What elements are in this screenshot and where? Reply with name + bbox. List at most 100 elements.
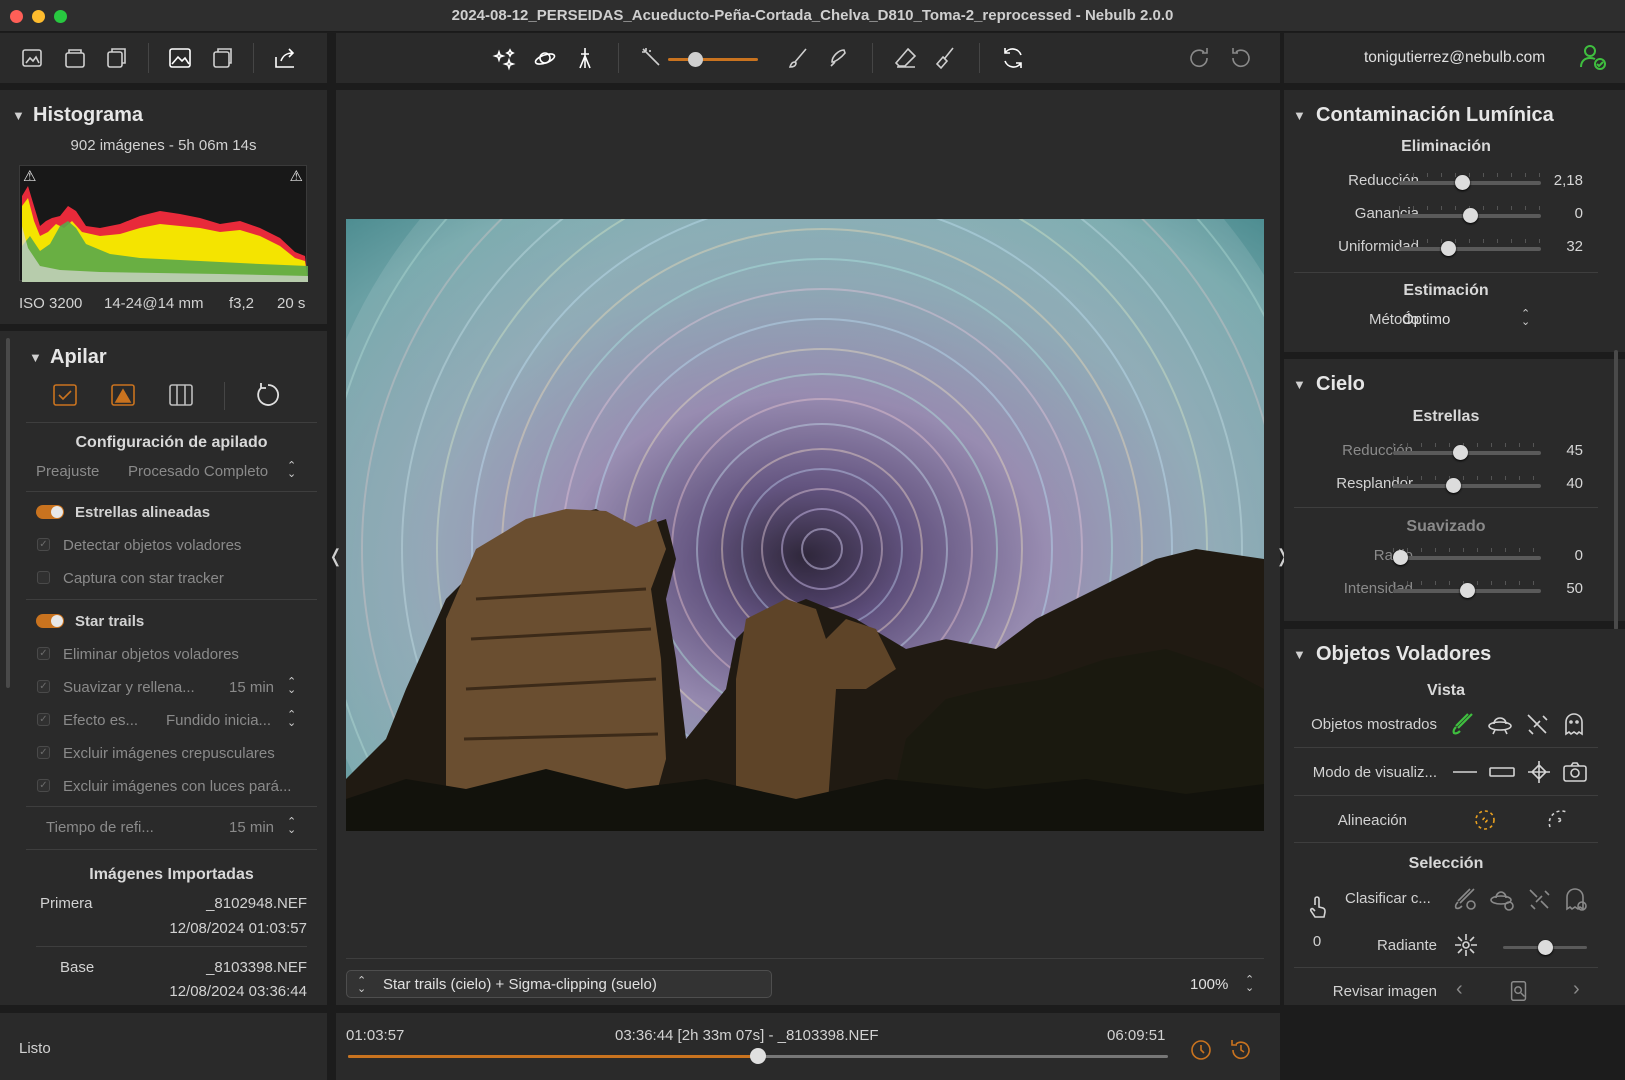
- search-image-icon[interactable]: [1507, 979, 1531, 1007]
- view-stack-icon[interactable]: [205, 41, 239, 75]
- lp-reduction-knob[interactable]: [1454, 175, 1470, 190]
- right-panel-scrollbar[interactable]: [1614, 350, 1618, 630]
- ghost-icon[interactable]: [1561, 711, 1587, 741]
- method-select[interactable]: Óptimo: [1402, 311, 1450, 328]
- radiant-knob[interactable]: [1537, 940, 1553, 955]
- exclude-lights-checkbox[interactable]: ✓: [37, 779, 50, 792]
- time-filter-icon[interactable]: [1188, 1036, 1214, 1066]
- intensity-value[interactable]: 50: [1535, 580, 1583, 597]
- time-history-icon[interactable]: [1228, 1036, 1254, 1066]
- gain-slider[interactable]: [1399, 206, 1541, 223]
- smooth-fill-value[interactable]: 15 min: [229, 679, 274, 696]
- glow-value[interactable]: 40: [1535, 475, 1583, 492]
- chevron-down-icon[interactable]: ▼: [1293, 108, 1306, 123]
- lp-reduction-value[interactable]: 2,18: [1535, 172, 1583, 189]
- planet-icon[interactable]: [528, 41, 562, 75]
- clear-brush-icon[interactable]: [929, 41, 963, 75]
- detect-flying-checkbox[interactable]: ✓: [37, 538, 50, 551]
- uniformity-value[interactable]: 32: [1535, 238, 1583, 255]
- star-trails-toggle[interactable]: [36, 614, 64, 628]
- redo-icon[interactable]: [1183, 41, 1217, 75]
- smooth-fill-checkbox[interactable]: ✓: [37, 680, 50, 693]
- collapse-left-panel-icon[interactable]: ❬: [328, 546, 343, 567]
- remove-flying-checkbox[interactable]: ✓: [37, 647, 50, 660]
- undo-icon[interactable]: [1223, 41, 1257, 75]
- chevron-down-icon[interactable]: ▼: [1293, 647, 1306, 662]
- meteor-icon[interactable]: [1450, 711, 1476, 741]
- smooth-fill-stepper-icon[interactable]: ⌃ ⌄: [287, 677, 296, 696]
- account-email[interactable]: tonigutierrez@nebulb.com: [1364, 49, 1545, 67]
- stars-icon[interactable]: [488, 41, 522, 75]
- chevron-down-icon[interactable]: ▼: [12, 108, 25, 123]
- effect-checkbox[interactable]: ✓: [37, 713, 50, 726]
- eraser-icon[interactable]: [889, 41, 923, 75]
- radiant-icon[interactable]: [1453, 932, 1479, 962]
- brush-size-slider[interactable]: [668, 52, 758, 67]
- intensity-slider[interactable]: [1393, 581, 1541, 598]
- zoom-stepper-icon[interactable]: ⌃ ⌄: [1245, 975, 1254, 994]
- light-pollution-title[interactable]: Contaminación Lumínica: [1316, 104, 1554, 127]
- classify-satellite-icon[interactable]: [1526, 886, 1552, 916]
- timeline-knob[interactable]: [750, 1048, 766, 1064]
- timeline-slider[interactable]: [348, 1048, 1168, 1064]
- line-mode-icon[interactable]: [1452, 759, 1478, 789]
- gain-value[interactable]: 0: [1535, 205, 1583, 222]
- brush-icon[interactable]: [782, 41, 816, 75]
- radius-knob[interactable]: [1393, 550, 1408, 565]
- uniformity-slider[interactable]: [1399, 239, 1541, 256]
- next-image-icon[interactable]: ›: [1573, 978, 1580, 1001]
- stack-scrollbar[interactable]: [6, 338, 10, 688]
- reset-icon[interactable]: [253, 380, 283, 412]
- effect-select[interactable]: Fundido inicia...: [166, 712, 271, 729]
- ground-icon[interactable]: [568, 41, 602, 75]
- lp-reduction-slider[interactable]: [1399, 173, 1541, 190]
- stack-image-icon[interactable]: [108, 380, 138, 412]
- radiant-slider[interactable]: [1503, 940, 1587, 955]
- classify-meteor-icon[interactable]: [1452, 886, 1478, 916]
- aligned-stars-icon[interactable]: [1472, 807, 1498, 837]
- method-stepper-icon[interactable]: ⌃ ⌄: [1521, 309, 1530, 328]
- intensity-knob[interactable]: [1459, 583, 1475, 598]
- refresh-icon[interactable]: [996, 41, 1030, 75]
- classify-ghost-icon[interactable]: [1562, 886, 1588, 916]
- crosshair-mode-icon[interactable]: [1526, 759, 1552, 789]
- magic-wand-icon[interactable]: [635, 41, 669, 75]
- user-icon[interactable]: [1578, 42, 1608, 76]
- brush-size-knob[interactable]: [688, 52, 703, 67]
- flying-objects-title[interactable]: Objetos Voladores: [1316, 643, 1491, 666]
- unaligned-stars-icon[interactable]: [1546, 807, 1572, 837]
- aligned-stars-toggle[interactable]: [36, 505, 64, 519]
- refresh-time-stepper-icon[interactable]: ⌃ ⌄: [287, 817, 296, 836]
- pointer-select-icon[interactable]: [1304, 893, 1330, 923]
- sky-reduction-value[interactable]: 45: [1535, 442, 1583, 459]
- uniformity-knob[interactable]: [1440, 241, 1456, 256]
- view-image-icon[interactable]: [163, 41, 197, 75]
- exclude-twilight-checkbox[interactable]: ✓: [37, 746, 50, 759]
- stack-mode-select[interactable]: ⌃ ⌄ Star trails (cielo) + Sigma-clipping …: [346, 970, 772, 998]
- stacked-image[interactable]: [346, 219, 1264, 831]
- zoom-level[interactable]: 100%: [1190, 976, 1228, 993]
- histogram-title[interactable]: Histograma: [33, 104, 143, 127]
- sky-reduction-knob[interactable]: [1452, 445, 1468, 460]
- radius-value[interactable]: 0: [1535, 547, 1583, 564]
- open-image-icon[interactable]: [16, 41, 50, 75]
- chevron-down-icon[interactable]: ▼: [1293, 377, 1306, 392]
- chevron-down-icon[interactable]: ▼: [29, 350, 42, 365]
- shadow-clipping-warning-icon[interactable]: ⚠: [23, 167, 36, 185]
- sky-reduction-slider[interactable]: [1393, 443, 1541, 460]
- export-icon[interactable]: [268, 41, 302, 75]
- radius-slider[interactable]: [1393, 548, 1541, 565]
- classify-ufo-icon[interactable]: [1489, 886, 1515, 916]
- refresh-time-value[interactable]: 15 min: [229, 819, 274, 836]
- star-tracker-checkbox[interactable]: [37, 571, 50, 584]
- highlight-clipping-warning-icon[interactable]: ⚠: [290, 167, 303, 185]
- stack-columns-icon[interactable]: [166, 380, 196, 412]
- previous-image-icon[interactable]: ‹: [1456, 978, 1463, 1001]
- preset-stepper-icon[interactable]: ⌃ ⌄: [287, 461, 296, 480]
- glow-slider[interactable]: [1393, 476, 1541, 493]
- gain-knob[interactable]: [1462, 208, 1478, 223]
- stack-mode-stepper-icon[interactable]: ⌃ ⌄: [357, 976, 366, 995]
- effect-stepper-icon[interactable]: ⌃ ⌄: [287, 710, 296, 729]
- import-images-icon[interactable]: [100, 41, 134, 75]
- box-mode-icon[interactable]: [1489, 759, 1515, 789]
